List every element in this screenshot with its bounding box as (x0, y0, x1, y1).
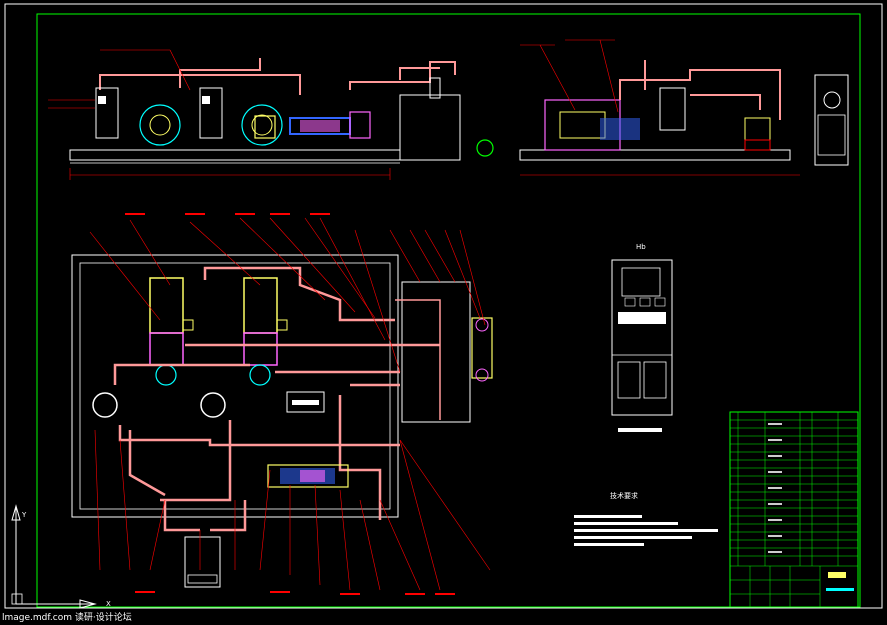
control-cabinet: Hb (611, 243, 673, 432)
plan-view (71, 213, 493, 595)
cad-drawing-canvas[interactable]: Hb 技术要求 Y X (0, 0, 887, 625)
drawing-frame (36, 13, 861, 608)
title-block (729, 411, 859, 608)
elevation-view-right (519, 39, 849, 176)
technical-requirements: 技术要求 (574, 491, 718, 546)
ucs-icon: Y X (11, 504, 111, 609)
elevation-view-left (48, 49, 494, 180)
skid-base-left (69, 149, 401, 161)
motor-2 (243, 277, 278, 334)
drain-tank (184, 536, 221, 588)
ucs-y-label: Y (21, 511, 27, 519)
tech-requirements-title: 技术要求 (610, 491, 638, 500)
status-bar-text: lmage.mdf.com 读研·设计论坛 (2, 613, 132, 623)
plan-base-outer (71, 254, 399, 518)
ucs-x-label: X (106, 600, 111, 608)
cabinet-title: Hb (636, 243, 646, 251)
motor-1 (149, 277, 184, 334)
